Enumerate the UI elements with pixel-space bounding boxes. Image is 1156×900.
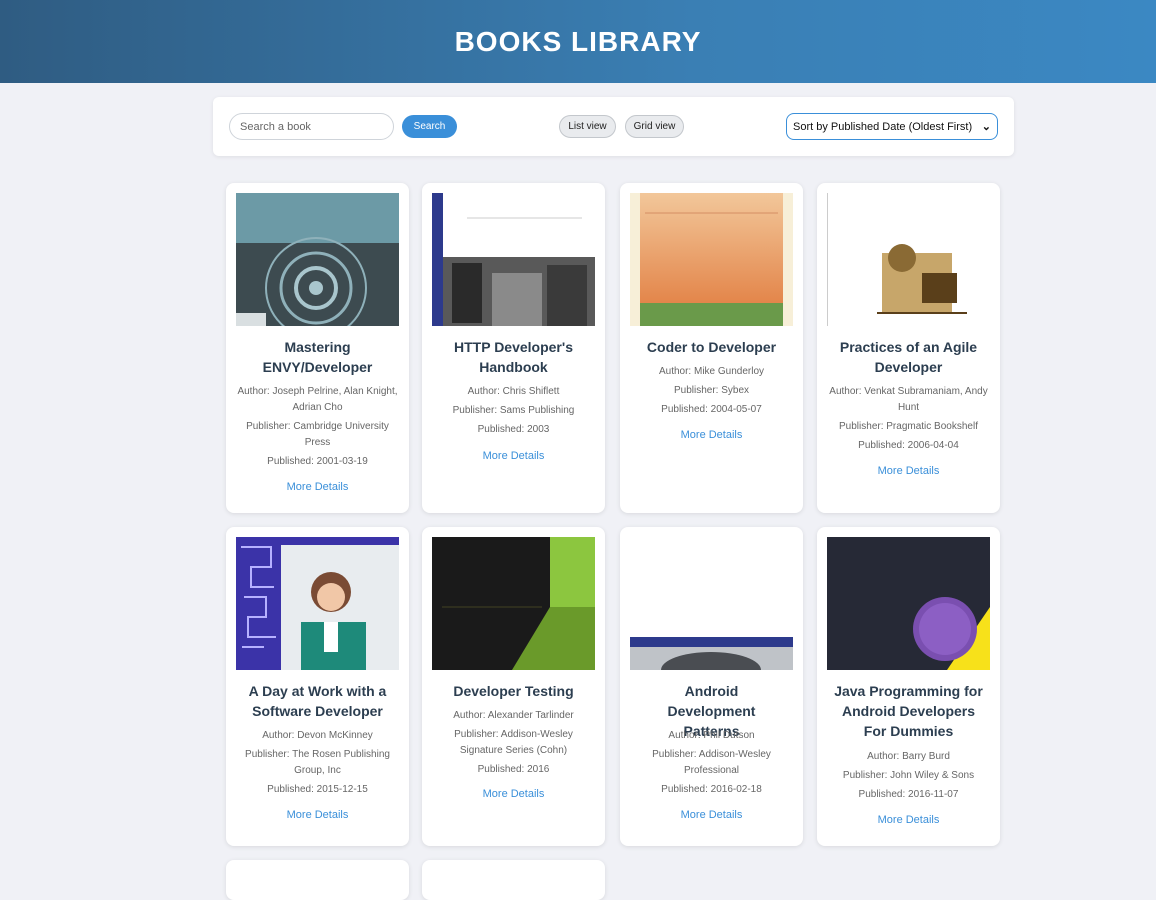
book-published: Published: 2001-03-19 [267,456,368,467]
book-title: A Day at Work with a Software Developer [248,683,387,719]
more-details-link[interactable]: More Details [422,788,605,800]
chevron-down-icon: ⌄ [981,121,991,133]
grid-view-button[interactable]: Grid view [625,115,684,138]
book-cover [827,193,990,326]
book-published: Published: 2016-02-18 [661,784,762,795]
book-published: Published: 2016 [477,764,550,775]
page-title: BOOKS LIBRARY [454,25,702,57]
book-cover [630,193,793,326]
book-card: A Day at Work with a Software Developer … [226,527,409,846]
book-title: Practices of an Agile Developer [839,339,978,375]
book-card: Practices of an Agile Developer Author: … [817,183,1000,513]
book-author: Author: Venkat Subramaniam, Andy Hunt [829,386,988,413]
book-card: Mastering ENVY/Developer Author: Joseph … [226,183,409,513]
more-details-link[interactable]: More Details [226,809,409,821]
book-cover [432,537,595,670]
sort-select[interactable]: Sort by Published Date (Oldest First) ⌄ [786,113,998,140]
sort-select-value: Sort by Published Date (Oldest First) [793,120,973,133]
more-details-link[interactable]: More Details [422,450,605,462]
book-author: Author: Barry Burd [867,751,950,762]
book-author: Author: Chris Shiflett [467,386,560,397]
book-author: Author: Alexander Tarlinder [453,710,574,721]
book-cover [432,193,595,326]
book-publisher: Publisher: John Wiley & Sons [842,770,975,781]
book-title: Mastering ENVY/Developer [262,339,373,375]
book-cover [630,537,793,670]
book-publisher: Publisher: Sams Publishing [452,405,575,416]
book-title: Coder to Developer [646,339,777,355]
book-title: HTTP Developer's Handbook [454,339,573,375]
book-card: Android Development Patterns Author: Phi… [620,527,803,846]
book-card: HTTP Developer's Handbook Author: Chris … [422,183,605,513]
book-publisher: Publisher: Pragmatic Bookshelf [839,421,978,432]
book-card: Developer Testing Author: Alexander Tarl… [422,527,605,846]
book-publisher: Publisher: Addison-Wesley Professional [652,749,771,776]
more-details-link[interactable]: More Details [817,465,1000,477]
book-title: Developer Testing [453,683,574,699]
more-details-link[interactable]: More Details [817,814,1000,826]
book-published: Published: 2003 [477,424,550,435]
book-publisher: Publisher: Cambridge University Press [246,421,389,448]
toolbar: Search List view Grid view Sort by Publi… [213,97,1014,156]
book-author: Author: Joseph Pelrine, Alan Knight, Adr… [237,386,398,413]
book-card [226,860,409,900]
app-header: BOOKS LIBRARY [0,0,1156,83]
more-details-link[interactable]: More Details [620,809,803,821]
book-title: Java Programming for Android Developers … [834,683,983,739]
book-published: Published: 2015-12-15 [267,784,368,795]
book-card: Coder to Developer Author: Mike Gunderlo… [620,183,803,513]
search-input[interactable] [229,113,394,140]
more-details-link[interactable]: More Details [620,429,803,441]
book-cover [236,193,399,326]
book-publisher: Publisher: Sybex [673,385,750,396]
book-cover [827,537,990,670]
book-author: Author: Mike Gunderloy [658,366,765,377]
list-view-button[interactable]: List view [559,115,616,138]
book-publisher: Publisher: The Rosen Publishing Group, I… [245,749,390,776]
book-card [422,860,605,900]
book-card: Java Programming for Android Developers … [817,527,1000,846]
search-button[interactable]: Search [402,115,457,138]
book-published: Published: 2006-04-04 [858,440,959,451]
more-details-link[interactable]: More Details [226,481,409,493]
book-author: Author: Phil Dutson [668,730,755,741]
book-published: Published: 2016-11-07 [858,789,959,800]
book-cover [236,537,399,670]
book-published: Published: 2004-05-07 [661,404,762,415]
book-author: Author: Devon McKinney [262,730,373,741]
book-publisher: Publisher: Addison-Wesley Signature Seri… [454,729,573,756]
